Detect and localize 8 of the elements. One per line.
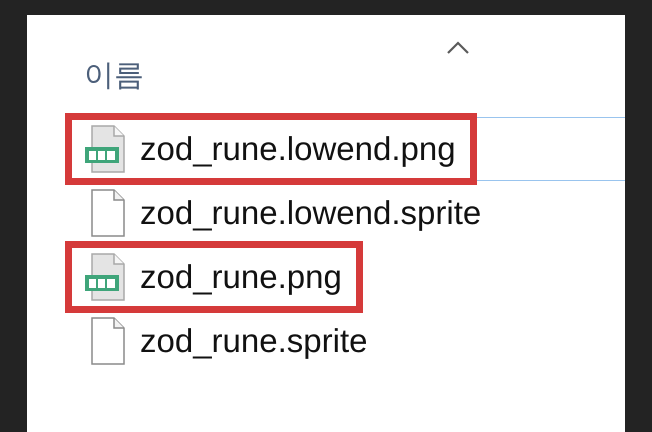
file-name[interactable]: zod_rune.sprite [140, 322, 368, 360]
file-name[interactable]: zod_rune.lowend.png [140, 130, 456, 168]
focus-row[interactable]: zod_rune.lowend.png [72, 117, 625, 181]
file-name[interactable]: zod_rune.png [140, 258, 342, 296]
file-name[interactable]: zod_rune.lowend.sprite [140, 194, 482, 232]
image-file-icon [84, 253, 126, 301]
name-column-header[interactable]: 이름 [84, 55, 144, 96]
image-file-icon [84, 125, 126, 173]
